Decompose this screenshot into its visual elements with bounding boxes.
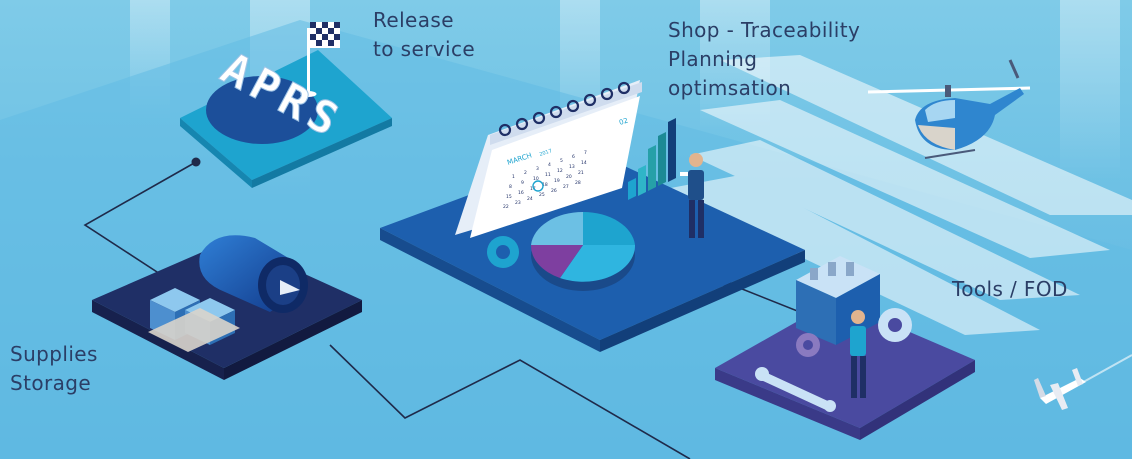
label-shop-traceability: Shop - Traceability Planning optimsation (668, 16, 860, 103)
calendar-day: 28 (575, 180, 581, 186)
calendar-day: 5 (560, 158, 563, 164)
illustration-scene: APRS MARCH 2017 02 123456789101112131415… (0, 0, 1132, 459)
calendar-day: 20 (566, 174, 572, 180)
calendar-day: 6 (572, 154, 575, 160)
calendar-day: 7 (584, 150, 587, 156)
calendar-day: 8 (509, 184, 512, 190)
label-line: Release (373, 8, 454, 32)
gear-icon (487, 236, 519, 268)
calendar-day: 2 (524, 170, 527, 176)
label-line: Tools / FOD (952, 277, 1068, 301)
calendar-day: 3 (536, 166, 539, 172)
pie-chart-icon (530, 211, 636, 291)
calendar-day: 1 (512, 174, 515, 180)
calendar-day: 9 (521, 180, 524, 186)
calendar-day: 25 (539, 192, 545, 198)
calendar-day: 13 (569, 164, 575, 170)
label-line: optimsation (668, 76, 792, 100)
label-line: to service (373, 37, 476, 61)
calendar-day: 24 (527, 196, 533, 202)
label-line: Shop - Traceability (668, 18, 861, 42)
label-line: Supplies (10, 342, 98, 366)
calendar-day: 4 (548, 162, 551, 168)
calendar-day: 14 (581, 160, 587, 166)
calendar-day: 26 (551, 188, 557, 194)
connector-dot (191, 157, 201, 167)
calendar-day: 23 (515, 200, 521, 206)
label-release-to-service: Release to service (373, 6, 475, 64)
calendar-day: 12 (557, 168, 563, 174)
calendar-day: 22 (503, 204, 509, 210)
calendar-day: 15 (506, 194, 512, 200)
calendar-day: 19 (554, 178, 560, 184)
label-supplies-storage: Supplies Storage (10, 340, 98, 398)
calendar-day: 21 (578, 170, 584, 176)
label-line: Storage (10, 371, 92, 395)
label-line: Planning (668, 47, 758, 71)
calendar-day: 27 (563, 184, 569, 190)
calendar-day: 11 (545, 172, 551, 178)
calendar-day: 16 (518, 190, 524, 196)
label-tools-fod: Tools / FOD (952, 275, 1068, 304)
